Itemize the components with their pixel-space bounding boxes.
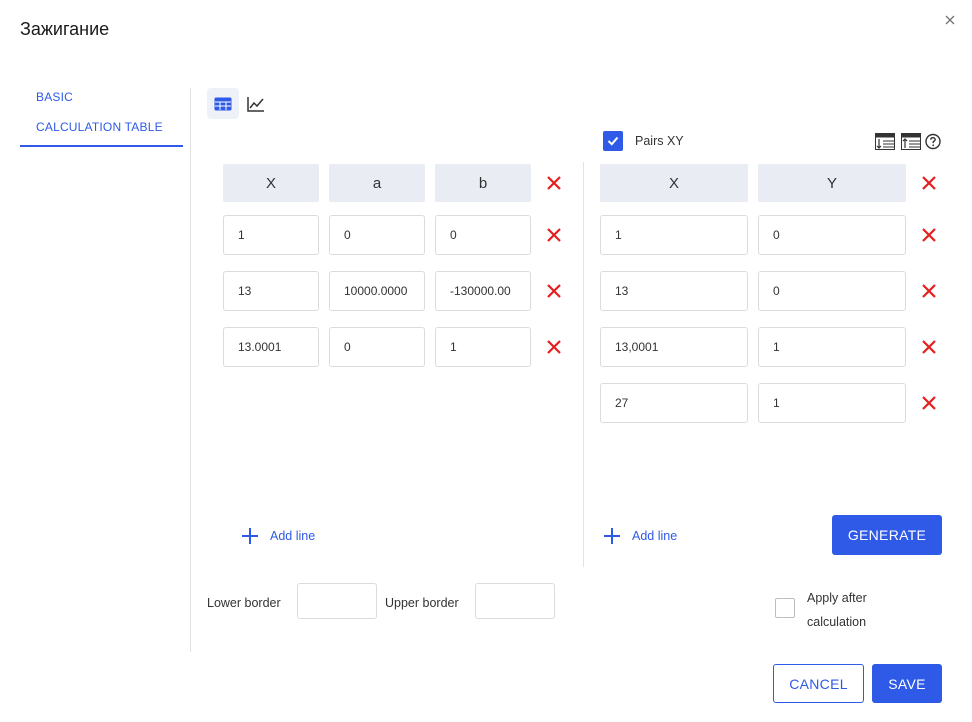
upper-border-input[interactable]: [475, 583, 555, 619]
cell-b-row-3[interactable]: 1: [435, 327, 531, 367]
cell-y-row-3[interactable]: 1: [758, 327, 906, 367]
sidebar-item-basic[interactable]: BASIC: [20, 86, 183, 116]
cell-y-row-2[interactable]: 0: [758, 271, 906, 311]
cell-a-row-3[interactable]: 0: [329, 327, 425, 367]
add-line-button-right[interactable]: Add line: [603, 525, 677, 547]
cell-b-row-1[interactable]: 0: [435, 215, 531, 255]
generate-button[interactable]: GENERATE: [832, 515, 942, 555]
cell-x-row-2[interactable]: 13: [600, 271, 748, 311]
delete-row-icon[interactable]: [921, 283, 937, 299]
column-header-a: a: [329, 164, 425, 202]
plus-icon: [242, 528, 258, 544]
table-view-button[interactable]: [207, 88, 239, 119]
cell-y-row-1[interactable]: 0: [758, 215, 906, 255]
save-button[interactable]: SAVE: [872, 664, 942, 703]
delete-row-icon[interactable]: [921, 227, 937, 243]
delete-icon[interactable]: [921, 175, 937, 191]
cell-x-row-1[interactable]: 1: [600, 215, 748, 255]
chart-view-icon: [247, 96, 264, 112]
column-header-x: X: [223, 164, 319, 202]
cell-a-row-2[interactable]: 10000.0000: [329, 271, 425, 311]
column-header-y: Y: [758, 164, 906, 202]
lower-border-label: Lower border: [207, 596, 281, 610]
dialog: Зажигание BASIC CALCULATION TABLE Pairs …: [0, 0, 972, 722]
export-table-icon[interactable]: [901, 133, 921, 150]
cell-x-row-3[interactable]: 13,0001: [600, 327, 748, 367]
chart-view-button[interactable]: [240, 88, 272, 119]
add-line-label: Add line: [270, 529, 316, 543]
cell-x-row-3[interactable]: 13.0001: [223, 327, 319, 367]
table-view-icon: [214, 97, 232, 110]
plus-icon: [604, 528, 620, 544]
sidebar: BASIC CALCULATION TABLE: [20, 86, 183, 147]
apply-after-calculation-label: Apply after calculation: [807, 591, 867, 629]
pairs-xy-checkbox[interactable]: [603, 131, 623, 151]
help-icon[interactable]: [925, 133, 941, 150]
cell-b-row-2[interactable]: -130000.00: [435, 271, 531, 311]
delete-icon[interactable]: [546, 175, 562, 191]
delete-row-icon[interactable]: [546, 283, 562, 299]
apply-after-calculation-checkbox[interactable]: [775, 598, 795, 618]
sidebar-divider: [190, 88, 191, 652]
cell-a-row-1[interactable]: 0: [329, 215, 425, 255]
delete-row-icon[interactable]: [921, 339, 937, 355]
delete-row-icon[interactable]: [546, 339, 562, 355]
close-icon[interactable]: [942, 12, 958, 28]
pairs-xy-label: Pairs XY: [635, 134, 684, 148]
delete-row-icon[interactable]: [546, 227, 562, 243]
column-header-x: X: [600, 164, 748, 202]
check-icon: [607, 136, 619, 146]
cell-x-row-2[interactable]: 13: [223, 271, 319, 311]
cancel-button[interactable]: CANCEL: [773, 664, 864, 703]
delete-row-icon[interactable]: [921, 395, 937, 411]
column-header-b: b: [435, 164, 531, 202]
add-line-label: Add line: [632, 529, 678, 543]
add-line-button-left[interactable]: Add line: [241, 525, 315, 547]
cell-y-row-4[interactable]: 1: [758, 383, 906, 423]
import-table-icon[interactable]: [875, 133, 895, 150]
lower-border-input[interactable]: [297, 583, 377, 619]
tables-divider: [583, 162, 584, 567]
upper-border-label: Upper border: [385, 596, 459, 610]
dialog-title: Зажигание: [20, 19, 110, 39]
cell-x-row-1[interactable]: 1: [223, 215, 319, 255]
cell-x-row-4[interactable]: 27: [600, 383, 748, 423]
sidebar-item-calculation-table[interactable]: CALCULATION TABLE: [20, 116, 183, 147]
